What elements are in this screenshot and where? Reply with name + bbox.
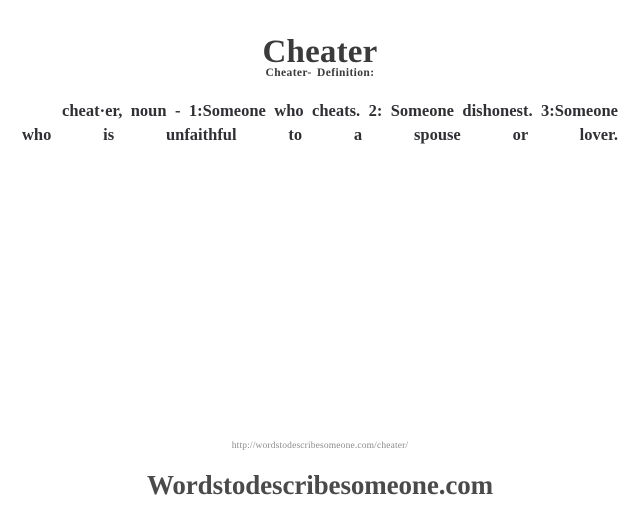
definition-body: cheat·er, noun - 1:Someone who cheats. 2… — [22, 101, 618, 144]
site-brand: Wordstodescribesomeone.com — [146, 470, 494, 500]
source-url: http://wordstodescribesomeone.com/cheate… — [231, 441, 409, 451]
definition-page: Cheater Cheater- Definition: cheat·er, n… — [0, 0, 640, 506]
definition-subtitle: Cheater- Definition: — [265, 67, 375, 79]
